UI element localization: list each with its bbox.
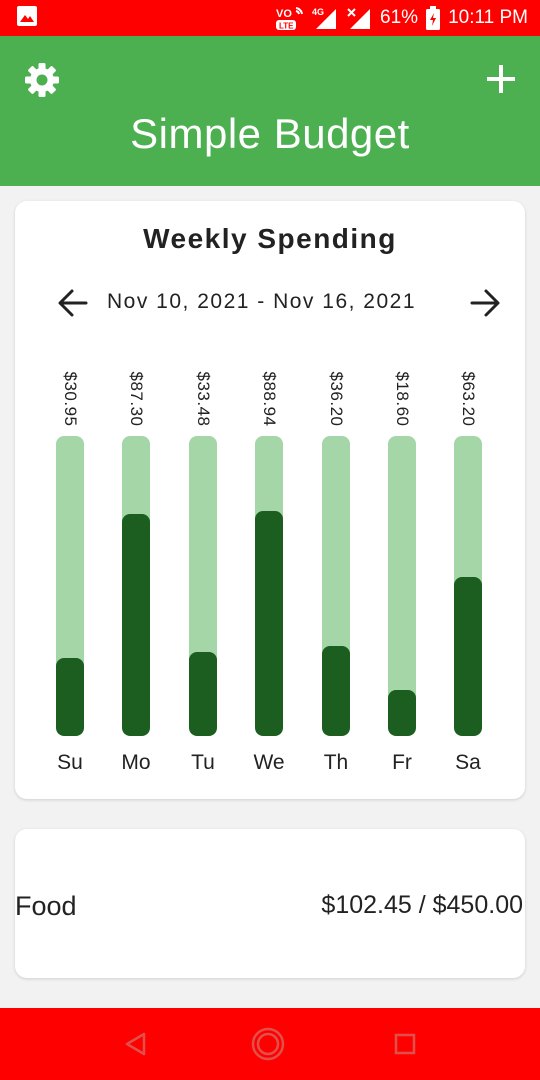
app-title: Simple Budget <box>130 110 410 157</box>
recents-square-icon <box>387 1033 423 1066</box>
day-column-su: $30.95 Su <box>37 201 103 799</box>
status-right: VO LTE 4G 61% 10:11 PM <box>276 5 528 31</box>
spending-bar-track <box>56 436 84 736</box>
day-column-mo: $87.30 Mo <box>103 201 169 799</box>
day-label: Sa <box>455 751 481 774</box>
day-label: Mo <box>121 751 151 774</box>
day-column-sa: $63.20 Sa <box>435 201 501 799</box>
day-amount: $63.20 <box>459 371 478 427</box>
day-label: Su <box>57 751 83 774</box>
category-name: Food <box>15 891 77 921</box>
daily-spending-bars: $30.95 Su $87.30 Mo $33.48 Tu $88.94 We … <box>15 201 525 799</box>
spending-bar-track <box>189 436 217 736</box>
spending-bar-fill <box>322 646 350 736</box>
day-column-we: $88.94 We <box>236 201 302 799</box>
status-bar: VO LTE 4G 61% 10:11 PM <box>0 0 540 36</box>
weekly-spending-card: Weekly Spending Nov 10, 2021 - Nov 16, 2… <box>15 201 525 799</box>
day-column-fr: $18.60 Fr <box>369 201 435 799</box>
svg-text:VO: VO <box>276 8 292 20</box>
plus-icon <box>484 65 518 100</box>
day-label: Th <box>323 751 349 774</box>
battery-percent: 61% <box>380 7 419 28</box>
back-button[interactable] <box>118 1026 154 1062</box>
spending-bar-fill <box>122 514 150 736</box>
spending-bar-fill <box>56 658 84 736</box>
day-amount: $18.60 <box>393 371 412 427</box>
spending-bar-track <box>388 436 416 736</box>
gear-icon <box>22 63 62 104</box>
volte-4g-icon: VO LTE <box>276 5 304 31</box>
spending-bar-fill <box>255 511 283 736</box>
spending-bar-track <box>454 436 482 736</box>
day-amount: $33.48 <box>194 371 213 427</box>
status-time: 10:11 PM <box>448 7 528 28</box>
day-column-tu: $33.48 Tu <box>170 201 236 799</box>
category-card-food[interactable]: Food $102.45 / $450.00 <box>15 829 525 978</box>
day-label: We <box>253 751 285 774</box>
signal-4g-icon: 4G <box>312 6 338 30</box>
spending-bar-track <box>255 436 283 736</box>
recents-button[interactable] <box>387 1026 423 1062</box>
day-label: Tu <box>191 751 215 774</box>
day-column-th: $36.20 Th <box>303 201 369 799</box>
svg-text:LTE: LTE <box>279 22 294 31</box>
spending-bar-track <box>122 436 150 736</box>
spending-bar-fill <box>189 652 217 736</box>
app-bar: Simple Budget <box>0 36 540 186</box>
category-spent-budget: $102.45 / $450.00 <box>321 891 523 919</box>
day-amount: $88.94 <box>260 371 279 427</box>
day-label: Fr <box>392 751 412 774</box>
home-button[interactable] <box>250 1026 286 1062</box>
day-amount: $30.95 <box>61 371 80 427</box>
battery-charging-icon <box>426 6 441 30</box>
spending-bar-track <box>322 436 350 736</box>
image-notification-icon <box>16 5 38 32</box>
svg-text:4G: 4G <box>312 7 324 17</box>
home-circle-icon <box>250 1027 286 1066</box>
settings-button[interactable] <box>22 60 62 100</box>
system-nav-bar <box>0 1008 540 1080</box>
spending-bar-fill <box>454 577 482 736</box>
day-amount: $87.30 <box>127 371 146 427</box>
back-triangle-icon <box>118 1032 154 1066</box>
day-amount: $36.20 <box>327 371 346 427</box>
status-left <box>16 5 38 32</box>
signal-no-service-icon <box>346 6 372 30</box>
spending-bar-fill <box>388 689 416 736</box>
add-button[interactable] <box>484 62 518 96</box>
